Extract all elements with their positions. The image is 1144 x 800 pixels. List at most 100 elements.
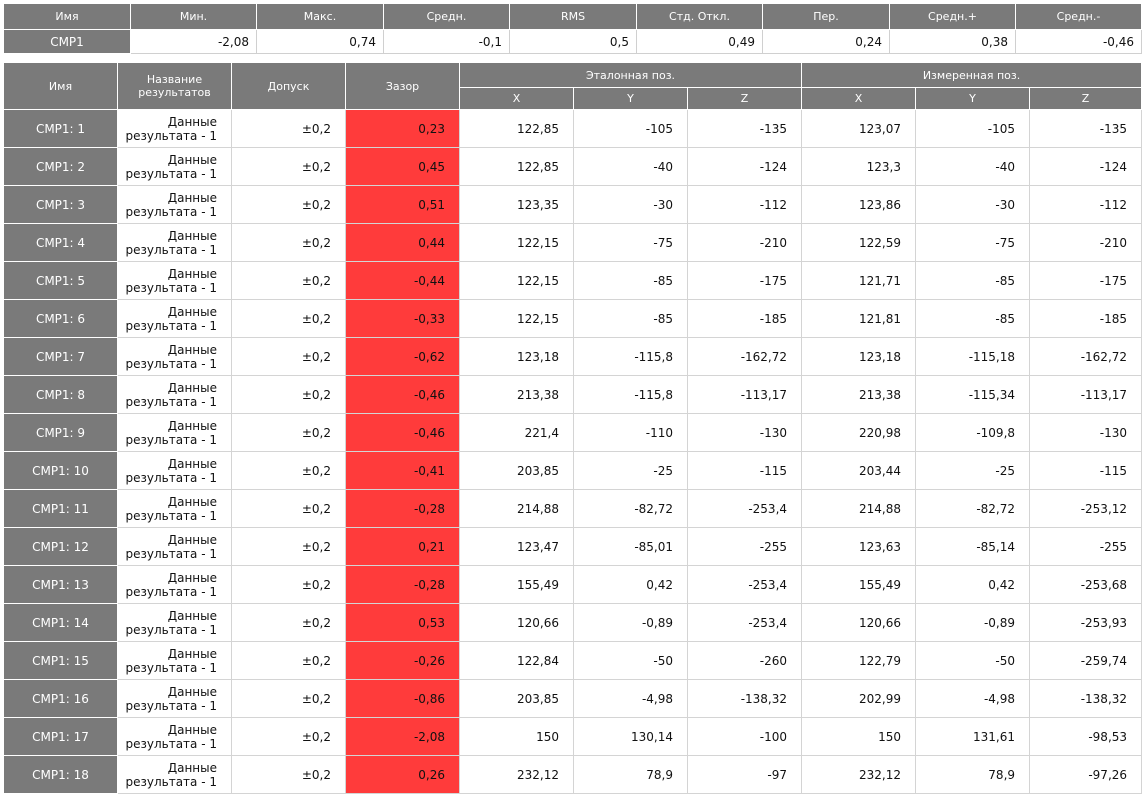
row-meas-x: 120,66 [801,603,917,642]
summary-mean-minus: -0,46 [1015,29,1142,54]
row-name: CMP1: 8 [3,375,118,414]
row-ref-x: 122,15 [459,299,574,338]
row-ref-z: -97 [686,755,803,794]
header-meas-x: X [801,87,917,110]
summary-row: CMP1 -2,08 0,74 -0,1 0,5 0,49 0,24 0,38 … [3,29,1142,54]
row-result-title: Данные результата - 1 [117,337,232,376]
row-name: CMP1: 7 [3,337,118,376]
header-name: Имя [3,62,118,110]
row-gap: 0,23 [345,109,460,148]
table-row: CMP1: 14 Данные результата - 1 ±0,2 0,53 120… [3,603,1143,642]
header-result-title: Название результатов [117,62,232,110]
row-ref-x: 203,85 [459,679,574,718]
row-ref-y: -85 [573,299,688,338]
header-meas-y: Y [915,87,1031,110]
row-tolerance: ±0,2 [231,527,346,566]
row-meas-y: -25 [915,451,1031,490]
row-meas-y: -82,72 [915,489,1031,528]
row-ref-y: -115,8 [573,337,688,376]
row-meas-z: -135 [1029,109,1143,148]
row-meas-y: -85 [915,261,1031,300]
row-ref-z: -255 [686,527,803,566]
row-result-title: Данные результата - 1 [117,641,232,680]
row-name: CMP1: 14 [3,603,118,642]
table-row: CMP1: 6 Данные результата - 1 ±0,2 -0,33 122… [3,299,1143,338]
row-name: CMP1: 2 [3,147,118,186]
summary-name: CMP1 [3,29,131,54]
row-ref-x: 123,18 [459,337,574,376]
table-row: CMP1: 10 Данные результата - 1 ±0,2 -0,41 20… [3,451,1143,490]
row-ref-z: -175 [686,261,803,300]
row-meas-z: -255 [1029,527,1143,566]
row-gap: -0,28 [345,489,460,528]
row-meas-x: 232,12 [801,755,917,794]
row-gap: 0,44 [345,223,460,262]
row-result-title: Данные результата - 1 [117,451,232,490]
row-meas-y: -115,18 [915,337,1031,376]
results-header-row-1: Имя Название результатов Допуск Зазор Эт… [3,62,1143,110]
row-meas-z: -175 [1029,261,1143,300]
row-tolerance: ±0,2 [231,717,346,756]
row-tolerance: ±0,2 [231,147,346,186]
row-result-title: Данные результата - 1 [117,755,232,794]
row-ref-z: -185 [686,299,803,338]
row-ref-y: -85,01 [573,527,688,566]
row-ref-y: -115,8 [573,375,688,414]
row-result-title: Данные результата - 1 [117,185,232,224]
row-tolerance: ±0,2 [231,679,346,718]
row-name: CMP1: 3 [3,185,118,224]
row-tolerance: ±0,2 [231,109,346,148]
table-row: CMP1: 18 Данные результата - 1 ±0,2 0,26 232… [3,755,1143,794]
row-meas-x: 123,07 [801,109,917,148]
row-ref-x: 203,85 [459,451,574,490]
row-name: CMP1: 6 [3,299,118,338]
row-ref-x: 123,35 [459,185,574,224]
row-ref-y: 78,9 [573,755,688,794]
summary-header-range: Пер. [762,3,890,30]
row-name: CMP1: 18 [3,755,118,794]
row-meas-z: -259,74 [1029,641,1143,680]
row-ref-x: 214,88 [459,489,574,528]
table-row: CMP1: 17 Данные результата - 1 ±0,2 -2,08 15… [3,717,1143,756]
row-meas-x: 203,44 [801,451,917,490]
results-body: CMP1: 1 Данные результата - 1 ±0,2 0,23 122,… [3,109,1143,794]
row-meas-x: 122,79 [801,641,917,680]
row-gap: -0,86 [345,679,460,718]
row-meas-y: -75 [915,223,1031,262]
row-result-title: Данные результата - 1 [117,261,232,300]
row-meas-z: -113,17 [1029,375,1143,414]
row-tolerance: ±0,2 [231,223,346,262]
row-name: CMP1: 15 [3,641,118,680]
header-measured-position: Измеренная поз. [801,62,1143,88]
row-result-title: Данные результата - 1 [117,717,232,756]
header-ref-z: Z [686,87,803,110]
row-meas-x: 121,71 [801,261,917,300]
table-row: CMP1: 9 Данные результата - 1 ±0,2 -0,46 221… [3,413,1143,452]
row-ref-y: -105 [573,109,688,148]
table-row: CMP1: 4 Данные результата - 1 ±0,2 0,44 122,… [3,223,1143,262]
row-ref-z: -100 [686,717,803,756]
row-meas-y: -85,14 [915,527,1031,566]
row-result-title: Данные результата - 1 [117,109,232,148]
row-ref-y: -82,72 [573,489,688,528]
row-meas-y: -0,89 [915,603,1031,642]
row-name: CMP1: 9 [3,413,118,452]
table-row: CMP1: 8 Данные результата - 1 ±0,2 -0,46 213… [3,375,1143,414]
row-ref-x: 150 [459,717,574,756]
summary-min: -2,08 [130,29,257,54]
summary-header-min: Мин. [130,3,257,30]
summary-header-mean: Средн. [383,3,510,30]
table-row: CMP1: 7 Данные результата - 1 ±0,2 -0,62 123… [3,337,1143,376]
row-meas-x: 150 [801,717,917,756]
row-tolerance: ±0,2 [231,641,346,680]
row-tolerance: ±0,2 [231,375,346,414]
table-row: CMP1: 2 Данные результата - 1 ±0,2 0,45 122,… [3,147,1143,186]
row-gap: -0,44 [345,261,460,300]
row-meas-y: 78,9 [915,755,1031,794]
row-tolerance: ±0,2 [231,185,346,224]
header-tolerance: Допуск [231,62,346,110]
table-row: CMP1: 15 Данные результата - 1 ±0,2 -0,26 12… [3,641,1143,680]
row-ref-y: -0,89 [573,603,688,642]
row-name: CMP1: 16 [3,679,118,718]
row-meas-z: -130 [1029,413,1143,452]
